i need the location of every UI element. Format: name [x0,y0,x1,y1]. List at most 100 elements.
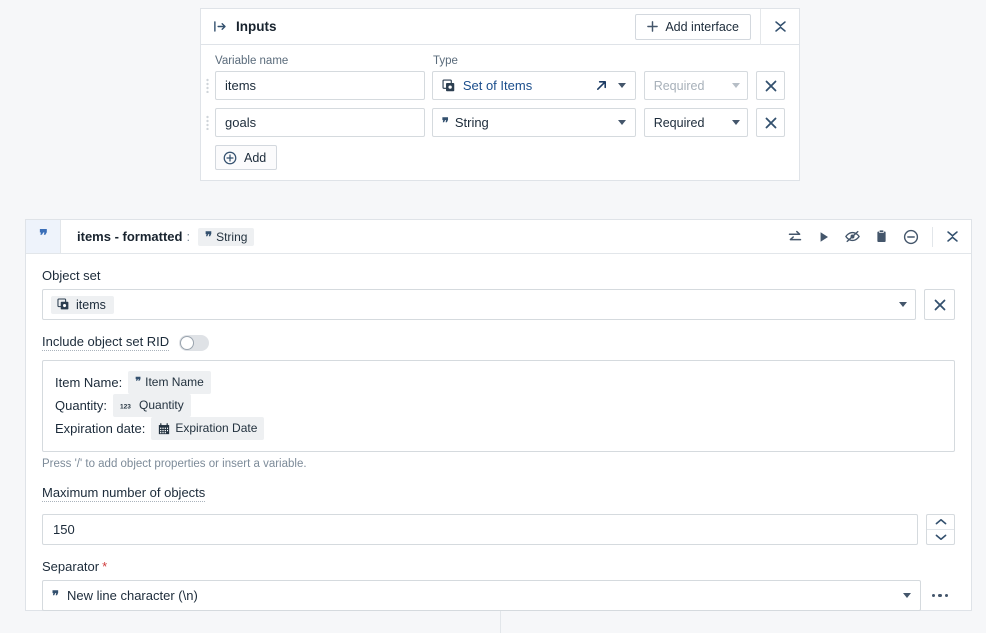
inputs-panel-title: Inputs [236,19,277,34]
object-set-icon [57,298,70,311]
property-chip[interactable]: ❞ Item Name [128,371,211,394]
add-input-button[interactable]: Add [215,145,278,170]
requirement-label: Required [653,115,705,130]
external-link-icon[interactable] [595,79,608,92]
requirement-selector[interactable]: Required [643,108,749,137]
toggle-knob [180,335,195,350]
drag-handle-icon[interactable] [206,115,209,130]
clear-object-set-button[interactable] [924,289,955,320]
property-chip[interactable]: 123 Quantity [113,394,191,417]
block-type-chip: ❞ String [198,227,255,246]
max-objects-input[interactable]: 150 [42,514,918,545]
type-label: Set of Items [462,78,533,93]
chevron-down-icon[interactable] [899,302,907,307]
inputs-panel-body: Variable name Type items Set of Items Re… [201,45,799,170]
string-quote-icon: ❞ [135,376,141,388]
object-set-value: items [76,297,106,312]
eye-off-icon[interactable] [838,220,867,253]
enter-arrow-icon [213,19,228,34]
object-set-icon [442,78,456,93]
screen-root: Inputs Add interface Variable name Type … [0,0,986,633]
max-objects-value: 150 [53,522,75,537]
required-asterisk: * [102,559,108,574]
include-rid-toggle[interactable] [179,334,210,351]
string-quote-icon: ❞ [52,588,59,603]
remove-input-button[interactable] [756,71,785,100]
input-row: goals ❞ String Required [206,108,785,137]
object-set-select[interactable]: items [42,289,916,320]
max-objects-label: Maximum number of objects [42,485,206,502]
chevron-down-icon[interactable] [617,83,626,88]
variable-name-value: goals [225,115,257,130]
collapse-x-icon[interactable] [938,220,967,253]
minus-circle-icon[interactable] [896,220,925,253]
block-title: items - formatted [77,229,183,244]
stepper-increment-button[interactable] [927,515,954,530]
variable-name-input[interactable]: goals [215,108,425,137]
separator-value: New line character (\n) [67,588,198,603]
collapse-x-icon[interactable] [761,9,799,45]
calendar-icon [158,422,170,435]
template-line: Item Name: ❞ Item Name [55,371,942,394]
formatted-string-block: ❞ items - formatted : ❞ String Object se… [25,219,972,611]
type-selector[interactable]: Set of Items [431,71,636,100]
ellipsis-icon[interactable] [925,593,955,598]
variable-name-input[interactable]: items [215,71,425,100]
chevron-down-icon[interactable] [903,593,911,598]
template-line-text: Quantity: [55,398,108,413]
swap-icon[interactable] [780,220,809,253]
object-set-label: Object set [42,268,101,283]
template-line-text: Expiration date: [55,421,146,436]
add-input-label: Add [244,150,267,165]
property-chip-label: Expiration Date [175,421,258,435]
chevron-down-icon[interactable] [732,83,741,88]
column-header-variable-name: Variable name [215,55,289,67]
add-interface-button[interactable]: Add interface [635,13,751,40]
requirement-label: Required [653,78,705,93]
stepper-decrement-button[interactable] [927,530,954,544]
string-quote-icon: ❞ [205,229,212,244]
plus-circle-icon [223,151,237,165]
remove-input-button[interactable] [756,108,785,137]
bottom-vertical-divider [500,611,501,633]
type-selector[interactable]: ❞ String [431,108,636,137]
svg-text:123: 123 [120,403,131,410]
block-header: ❞ items - formatted : ❞ String [26,220,971,254]
block-type-label: String [216,229,248,244]
chevron-down-icon[interactable] [617,120,626,125]
string-quote-icon: ❞ [441,115,449,130]
string-quote-icon: ❞ [26,220,61,253]
variable-name-value: items [225,78,257,93]
clipboard-icon[interactable] [867,220,896,253]
object-set-row: items [42,289,955,320]
toolbar-divider [932,226,933,247]
template-line: Expiration date: Expiration Date [55,417,942,440]
plus-icon [647,21,659,32]
template-line: Quantity: 123 Quantity [55,394,942,417]
max-objects-stepper[interactable] [926,514,955,545]
template-line-text: Item Name: [55,375,123,390]
format-template-editor[interactable]: Item Name: ❞ Item Name Quantity: 123 Qua… [42,360,955,452]
separator-select[interactable]: ❞ New line character (\n) [42,580,921,611]
separator-row: ❞ New line character (\n) [42,580,955,611]
inputs-column-headers: Variable name Type [215,55,785,67]
add-interface-label: Add interface [665,19,739,34]
property-chip-label: Quantity [139,398,184,412]
property-chip-label: Item Name [145,375,204,389]
requirement-selector[interactable]: Required [643,71,749,100]
include-rid-label: Include object set RID [42,334,170,351]
type-label: String [454,115,489,130]
max-objects-row: 150 [42,514,955,545]
inputs-panel-header: Inputs Add interface [201,8,799,45]
run-play-icon[interactable] [809,220,838,253]
input-row: items Set of Items Required [206,71,785,100]
separator-label: Separator [42,559,100,574]
property-chip[interactable]: Expiration Date [151,417,265,440]
chevron-down-icon[interactable] [732,120,741,125]
inputs-panel: Inputs Add interface Variable name Type … [200,8,800,181]
drag-handle-icon[interactable] [206,78,209,93]
column-header-type: Type [433,55,458,67]
block-title-colon: : [186,229,191,244]
include-rid-row: Include object set RID [42,334,955,351]
template-hint: Press '/' to add object properties or in… [42,458,307,470]
